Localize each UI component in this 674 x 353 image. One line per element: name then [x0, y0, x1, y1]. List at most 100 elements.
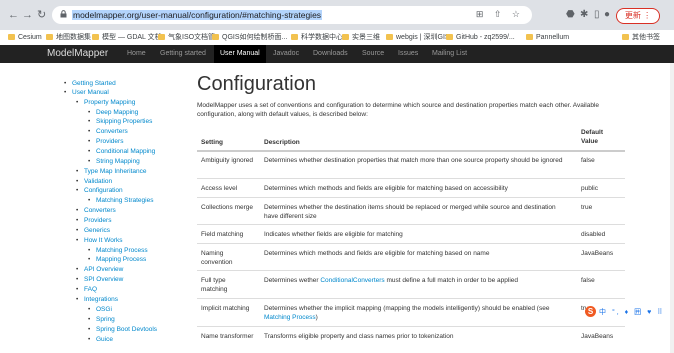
nav-javadoc[interactable]: Javadoc	[273, 48, 299, 60]
sidebar-item-faq[interactable]: FAQ	[76, 285, 97, 294]
sidebar-item-spring-boot-devtools[interactable]: Spring Boot Devtools	[88, 325, 157, 334]
table-cell-default: false	[581, 157, 595, 164]
sidebar-item-matching-strategies[interactable]: Matching Strategies	[88, 196, 154, 205]
sogou-logo-icon[interactable]: S	[585, 306, 596, 317]
site-navbar: ModelMapper Home Getting started User Ma…	[0, 45, 674, 63]
sidepanel-icon[interactable]: ▯	[594, 9, 600, 21]
sidebar-item-spring[interactable]: Spring	[88, 315, 115, 324]
page-scrollbar[interactable]	[670, 63, 674, 353]
sidebar-item-mapping-process[interactable]: Mapping Process	[88, 255, 146, 264]
omnibox-actions-icons[interactable]: ⊞ ⇧ ☆	[476, 9, 524, 20]
header-value: Value	[581, 138, 598, 145]
table-cell-setting: Full type matching	[201, 277, 228, 293]
table-cell-setting: Name transformer	[201, 333, 254, 340]
sidebar-item-deep-mapping[interactable]: Deep Mapping	[88, 108, 138, 117]
sidebar-item-integrations[interactable]: Integrations	[76, 295, 118, 304]
table-cell-description: Determines which methods and fields are …	[264, 250, 490, 257]
sidebar-item-guice[interactable]: Guice	[88, 335, 113, 344]
sidebar-item-string-mapping[interactable]: String Mapping	[88, 157, 140, 166]
bookmark-item[interactable]: Cesium	[8, 32, 42, 43]
table-cell-default: public	[581, 185, 598, 192]
back-icon[interactable]: ←	[8, 8, 19, 22]
sidebar-item-converters[interactable]: Converters	[88, 127, 128, 136]
site-brand[interactable]: ModelMapper	[47, 47, 108, 61]
nav-mailing-list[interactable]: Mailing List	[432, 48, 467, 60]
row-divider	[197, 326, 625, 327]
bookmark-item[interactable]: 气象ISO文档管	[158, 32, 215, 43]
sidebar-item-osgi[interactable]: OSGi	[88, 305, 112, 314]
bookmark-item[interactable]: 其他书签	[622, 32, 660, 43]
profile-icon[interactable]: ●	[604, 9, 610, 21]
browser-toolbar: ← → ↻ modelmapper.org/user-manual/config…	[0, 0, 674, 30]
table-cell-description: Transforms eligible property and class n…	[264, 333, 454, 340]
table-cell-default: JavaBeans	[581, 250, 614, 257]
conditional-converters-link[interactable]: ConditionalConverters	[320, 277, 384, 284]
table-cell-default: true	[581, 204, 593, 211]
row-divider	[197, 224, 625, 225]
table-cell-setting: Ambiguity ignored	[201, 157, 254, 164]
bookmarks-bar: Cesium 地图数据集 模型 — GDAL 文档 气象ISO文档管 QGIS如…	[0, 30, 674, 46]
bookmark-item[interactable]: 地图数据集	[46, 32, 91, 43]
table-cell-setting: Field matching	[201, 231, 244, 238]
table-cell-default: JavaBeans	[581, 333, 614, 340]
sidebar-item-spi-overview[interactable]: SPI Overview	[76, 275, 123, 284]
puzzle-icon[interactable]: ✱	[580, 9, 588, 21]
lock-icon	[60, 10, 67, 18]
nav-source[interactable]: Source	[362, 48, 384, 60]
ime-toolbar[interactable]: S 中 °, ♦ 囲 ♥ ⠿	[585, 306, 665, 318]
table-cell-description: Determines whether destination propertie…	[264, 157, 563, 164]
bookmark-item[interactable]: GitHub - zq2599/...	[446, 32, 515, 43]
sidebar-item-property-mapping[interactable]: Property Mapping	[76, 98, 135, 107]
nav-downloads[interactable]: Downloads	[313, 48, 348, 60]
sidebar-item-api-overview[interactable]: API Overview	[76, 265, 123, 274]
sidebar-item-matching-process[interactable]: Matching Process	[88, 246, 148, 255]
row-divider	[197, 298, 625, 299]
header-divider	[197, 150, 625, 152]
reload-icon[interactable]: ↻	[37, 8, 46, 22]
url-text: modelmapper.org/user-manual/configuratio…	[72, 10, 323, 20]
bookmark-item[interactable]: 模型 — GDAL 文档	[92, 32, 162, 43]
row-divider	[197, 197, 625, 198]
row-divider	[197, 243, 625, 244]
matching-process-link[interactable]: Matching Process	[264, 314, 316, 321]
table-cell-setting: Access level	[201, 185, 238, 192]
table-cell-default: false	[581, 277, 595, 284]
header-setting: Setting	[201, 139, 224, 146]
address-bar[interactable]: modelmapper.org/user-manual/configuratio…	[52, 6, 532, 24]
nav-issues[interactable]: Issues	[398, 48, 418, 60]
sidebar-item-providers-2[interactable]: Providers	[76, 216, 112, 225]
sidebar-item-user-manual[interactable]: User Manual	[64, 88, 109, 97]
bookmark-item[interactable]: webgis | 深圳GIS	[386, 32, 450, 43]
update-button[interactable]: 更新 ⋮	[616, 8, 660, 24]
ime-tools-icons[interactable]: 中 °, ♦ 囲 ♥ ⠿	[599, 307, 664, 317]
sidebar-item-type-map-inheritance[interactable]: Type Map Inheritance	[76, 167, 146, 176]
sidebar-item-providers[interactable]: Providers	[88, 137, 124, 146]
bookmark-item[interactable]: 实景三维	[342, 32, 380, 43]
sidebar-item-configuration[interactable]: Configuration	[76, 186, 123, 195]
sidebar-item-validation[interactable]: Validation	[76, 177, 112, 186]
bookmark-item[interactable]: QGIS如何绘制桥面...	[212, 32, 287, 43]
table-cell-description: Determines whether the destination items…	[264, 204, 556, 220]
sidebar-item-how-it-works[interactable]: How It Works	[76, 236, 122, 245]
sidebar-item-generics[interactable]: Generics	[76, 226, 110, 235]
row-divider	[197, 270, 625, 271]
header-default: Default	[581, 129, 604, 136]
forward-icon[interactable]: →	[22, 8, 33, 22]
extension-icon[interactable]: ⬣	[566, 9, 575, 21]
nav-user-manual[interactable]: User Manual	[214, 45, 266, 63]
table-cell-setting: Naming convention	[201, 250, 233, 266]
sidebar-item-conditional-mapping[interactable]: Conditional Mapping	[88, 147, 155, 156]
table-cell-setting: Collections merge	[201, 204, 254, 211]
table-cell-description: Determines wether ConditionalConverters …	[264, 277, 518, 284]
bookmark-item[interactable]: Pannellum	[526, 32, 569, 43]
header-description: Description	[264, 139, 300, 146]
sidebar-item-getting-started[interactable]: Getting Started	[64, 79, 116, 88]
bookmark-item[interactable]: 科学数据中心	[291, 32, 343, 43]
intro-paragraph: ModelMapper uses a set of conventions an…	[197, 102, 600, 118]
sidebar-item-converters-2[interactable]: Converters	[76, 206, 116, 215]
table-cell-setting: Implicit matching	[201, 305, 250, 312]
nav-getting-started[interactable]: Getting started	[160, 48, 206, 60]
nav-home[interactable]: Home	[127, 48, 146, 60]
sidebar-item-skipping-properties[interactable]: Skipping Properties	[88, 117, 152, 126]
table-cell-description: Determines whether the implicit mapping …	[264, 305, 550, 321]
